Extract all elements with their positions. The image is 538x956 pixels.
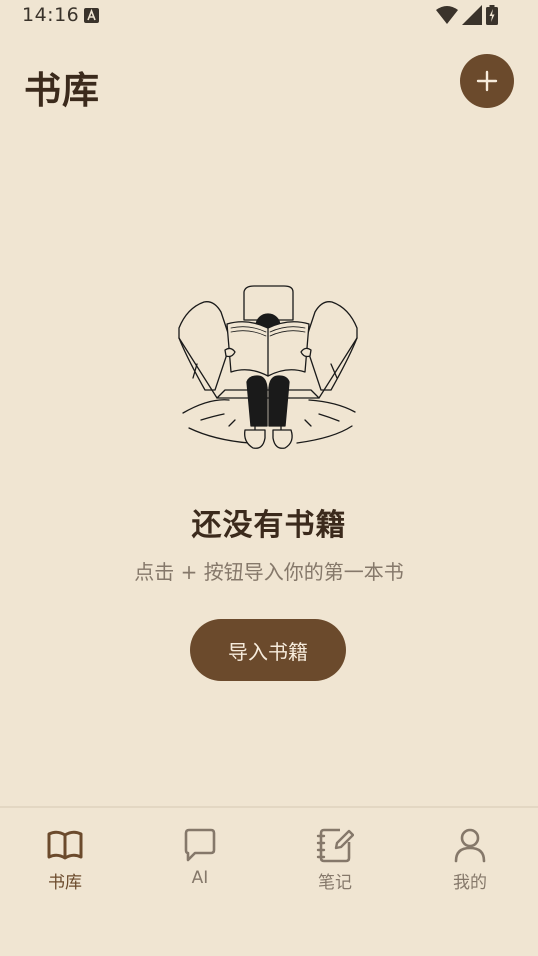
nav-item-label: 书库 [48, 873, 82, 893]
import-books-button[interactable]: 导入书籍 [190, 619, 346, 681]
nav-item-notes[interactable]: 笔记 [290, 826, 380, 893]
nav-item-label: 笔记 [318, 873, 352, 893]
book-open-icon [47, 830, 83, 860]
signal-icon [462, 5, 482, 25]
nav-item-label: AI [191, 868, 209, 888]
battery-charging-icon [486, 5, 498, 25]
library-screen: 14:16 书库 还没有书籍 点击 + 按钮导入你的第一本书 导入书籍 书库 A… [0, 0, 538, 956]
status-time: 14:16 [22, 4, 80, 26]
nav-item-label: 我的 [453, 873, 487, 893]
notebook-edit-icon [316, 828, 354, 863]
wifi-icon [436, 6, 458, 24]
user-icon [454, 828, 486, 863]
nav-item-ai[interactable]: AI [155, 826, 245, 888]
page-title: 书库 [24, 69, 100, 112]
a-notification-icon [84, 8, 99, 23]
empty-state-subtitle: 点击 + 按钮导入你的第一本书 [134, 560, 404, 584]
person-reading-book-icon [178, 285, 358, 449]
bottom-navigation: 书库 AI 笔记 我的 [0, 806, 538, 956]
plus-icon [476, 70, 498, 92]
nav-item-profile[interactable]: 我的 [425, 826, 515, 893]
empty-state-title: 还没有书籍 [191, 508, 347, 543]
nav-item-library[interactable]: 书库 [20, 826, 110, 893]
chat-bubble-icon [184, 828, 216, 862]
status-bar: 14:16 [0, 0, 538, 30]
status-icons [436, 5, 498, 25]
add-book-button[interactable] [460, 54, 514, 108]
